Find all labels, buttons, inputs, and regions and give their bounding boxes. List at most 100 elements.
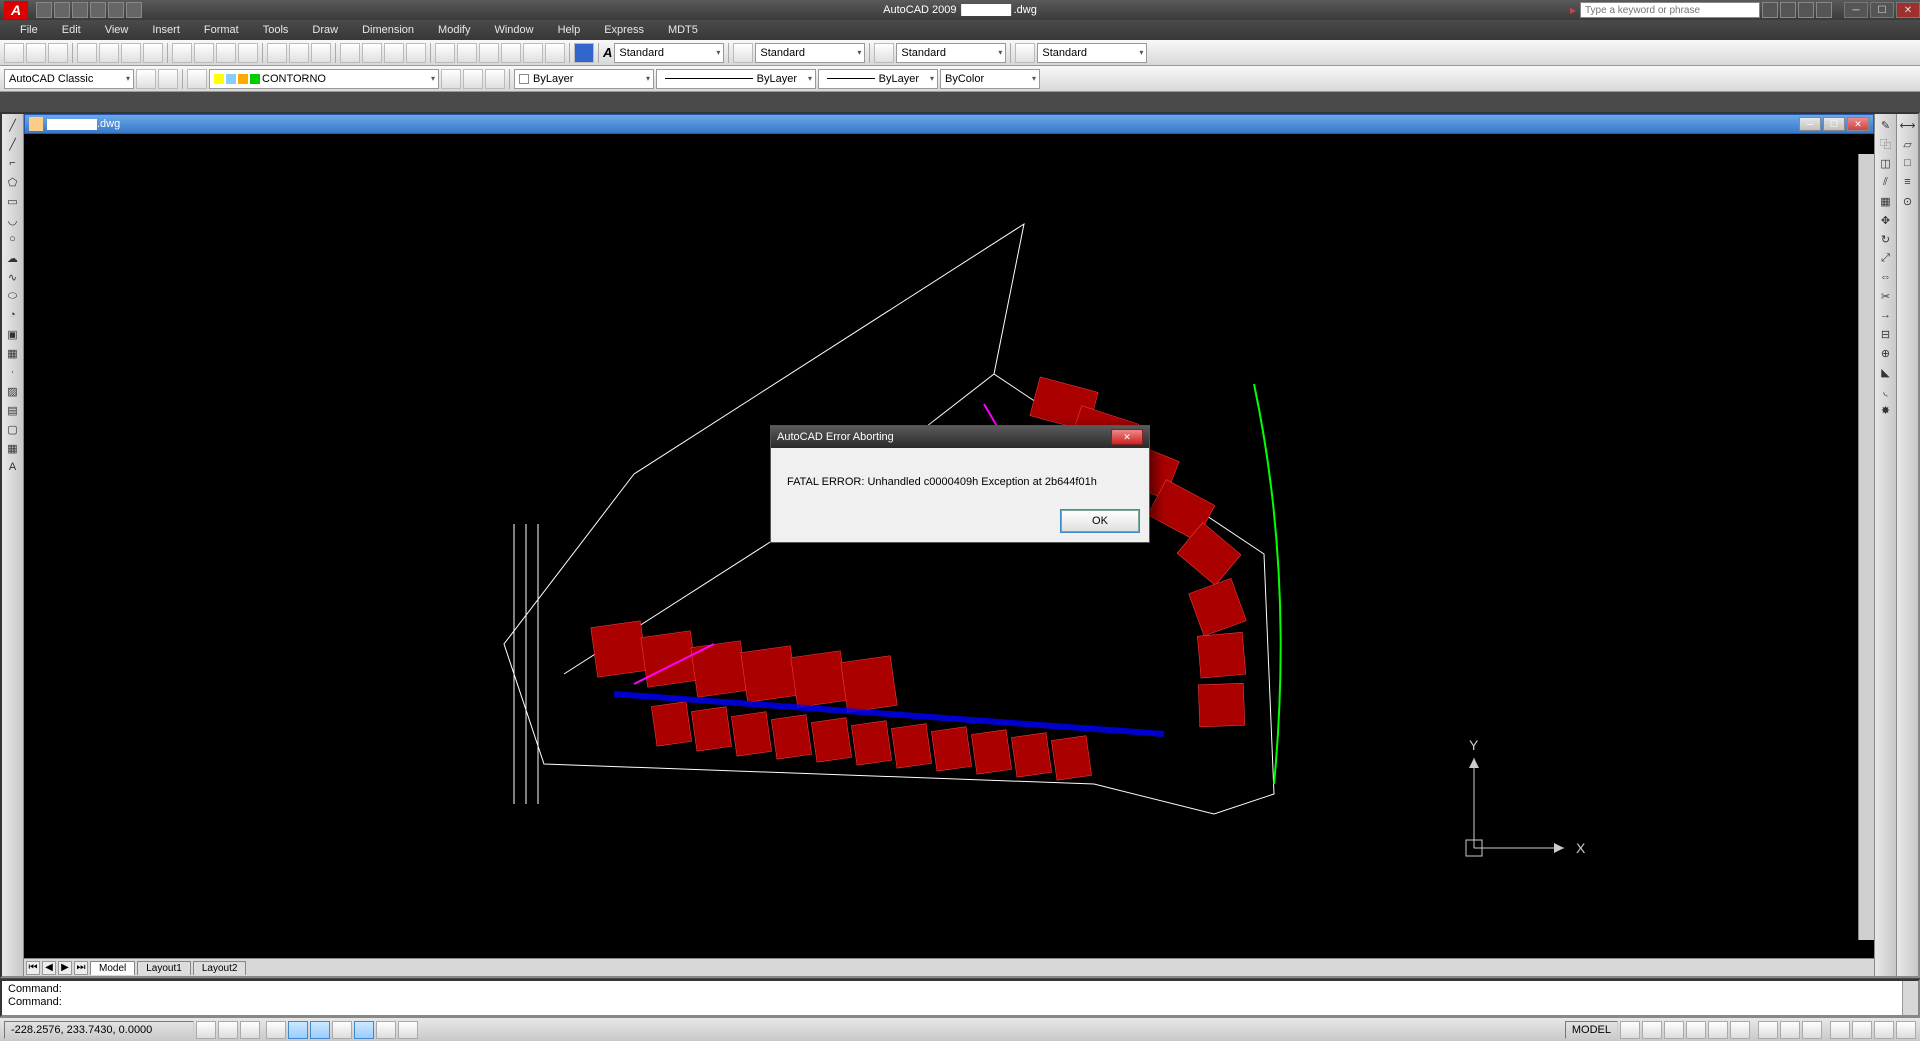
clean-screen-icon[interactable] [1896,1021,1916,1039]
arc-icon[interactable]: ◡ [4,211,22,229]
document-titlebar[interactable]: .dwg ─ ☐ ✕ [24,114,1874,134]
region-icon[interactable]: ▢ [4,420,22,438]
menu-edit[interactable]: Edit [50,22,93,38]
menu-file[interactable]: File [8,22,50,38]
annoscale-icon[interactable] [1758,1021,1778,1039]
help-icon-tb[interactable] [574,43,594,63]
pan-status-icon[interactable] [1664,1021,1684,1039]
model-space-button[interactable]: MODEL [1565,1021,1618,1039]
qat-save-icon[interactable] [72,2,88,18]
break-icon[interactable]: ⊟ [1877,325,1895,343]
doc-minimize-button[interactable]: ─ [1799,117,1821,131]
preview-icon[interactable] [99,43,119,63]
chamfer-icon[interactable]: ◣ [1877,363,1895,381]
zoom-prev-icon[interactable] [406,43,426,63]
new-icon[interactable] [4,43,24,63]
plotstyle-combo[interactable]: ByColor [940,69,1040,89]
area-icon[interactable]: ▱ [1899,135,1917,153]
redo-icon[interactable] [311,43,331,63]
dimstyle-combo[interactable]: Standard [755,43,865,63]
make-block-icon[interactable]: ▦ [4,344,22,362]
dist-icon[interactable]: ⟷ [1899,116,1917,134]
publish-icon[interactable] [121,43,141,63]
osnap-button[interactable] [288,1021,308,1039]
doc-close-button[interactable]: ✕ [1847,117,1869,131]
table-icon[interactable]: ▦ [4,439,22,457]
dyn-button[interactable] [354,1021,374,1039]
polar-button[interactable] [266,1021,286,1039]
explode-icon[interactable]: ✸ [1877,401,1895,419]
tab-first-icon[interactable]: ⏮ [26,961,40,975]
close-button[interactable]: ✕ [1896,2,1920,18]
extend-icon[interactable]: → [1877,306,1895,324]
menu-modify[interactable]: Modify [426,22,482,38]
copy-icon[interactable] [194,43,214,63]
fillet-icon[interactable]: ◟ [1877,382,1895,400]
qat-new-icon[interactable] [36,2,52,18]
list-icon[interactable]: ≡ [1899,173,1917,191]
mtext-icon[interactable]: A [4,458,22,476]
ssm-icon[interactable] [501,43,521,63]
qcalc-icon[interactable] [545,43,565,63]
menu-mdt5[interactable]: MDT5 [656,22,710,38]
layer-props-icon[interactable] [187,69,207,89]
grid-button[interactable] [218,1021,238,1039]
line-icon[interactable]: ╱ [4,116,22,134]
copy-obj-icon[interactable]: ⿻ [1877,135,1895,153]
tab-last-icon[interactable]: ⏭ [74,961,88,975]
id-icon[interactable]: ⊙ [1899,192,1917,210]
vertical-scrollbar[interactable] [1858,154,1874,940]
polygon-icon[interactable]: ⬠ [4,173,22,191]
toolpal-icon[interactable] [479,43,499,63]
app-logo[interactable]: A [4,1,28,19]
tablestyle-icon[interactable] [874,43,894,63]
ellipse-arc-icon[interactable]: ◔ [4,306,22,324]
tab-layout1[interactable]: Layout1 [137,961,191,975]
block-icon[interactable] [267,43,287,63]
pline-icon[interactable]: ⌐ [4,154,22,172]
help2-icon[interactable] [1816,2,1832,18]
otrack-button[interactable] [310,1021,330,1039]
menu-insert[interactable]: Insert [140,22,192,38]
tab-model[interactable]: Model [90,961,135,975]
trim-icon[interactable]: ✂ [1877,287,1895,305]
gradient-icon[interactable]: ▤ [4,401,22,419]
color-combo[interactable]: ByLayer [514,69,654,89]
star-icon[interactable] [1798,2,1814,18]
qat-undo-icon[interactable] [108,2,124,18]
zoom-win-icon[interactable] [384,43,404,63]
dialog-close-button[interactable]: ✕ [1111,429,1143,445]
ws-switch-icon[interactable] [1830,1021,1850,1039]
hatch-icon[interactable]: ▨ [4,382,22,400]
move-icon[interactable]: ✥ [1877,211,1895,229]
minimize-button[interactable]: ─ [1844,2,1868,18]
tab-layout2[interactable]: Layout2 [193,961,247,975]
plot-icon[interactable] [143,43,163,63]
qp-button[interactable] [398,1021,418,1039]
menu-window[interactable]: Window [482,22,545,38]
xline-icon[interactable]: ╱ [4,135,22,153]
props-icon[interactable] [435,43,455,63]
toolbar-lock-icon[interactable] [1852,1021,1872,1039]
quickview-layouts-icon[interactable] [1620,1021,1640,1039]
cmd-scrollbar[interactable] [1902,981,1918,1015]
array-icon[interactable]: ▦ [1877,192,1895,210]
paste-icon[interactable] [216,43,236,63]
hardware-icon[interactable] [1874,1021,1894,1039]
coords-readout[interactable]: -228.2576, 233.7430, 0.0000 [4,1021,194,1039]
point-icon[interactable]: · [4,363,22,381]
showmotion-icon[interactable] [1730,1021,1750,1039]
stretch-icon[interactable]: ⇔ [1877,268,1895,286]
annoauto-icon[interactable] [1802,1021,1822,1039]
scale-icon[interactable]: ⤢ [1877,249,1895,267]
mirror-icon[interactable]: ◫ [1877,154,1895,172]
search-input[interactable] [1580,2,1760,18]
save-icon[interactable] [48,43,68,63]
menu-tools[interactable]: Tools [251,22,301,38]
help-icon[interactable] [1762,2,1778,18]
menu-draw[interactable]: Draw [300,22,350,38]
offset-icon[interactable]: ⫽ [1877,173,1895,191]
workspace-combo[interactable]: AutoCAD Classic [4,69,134,89]
drawing-canvas[interactable]: X Y [24,134,1874,958]
layer-state-icon[interactable] [463,69,483,89]
